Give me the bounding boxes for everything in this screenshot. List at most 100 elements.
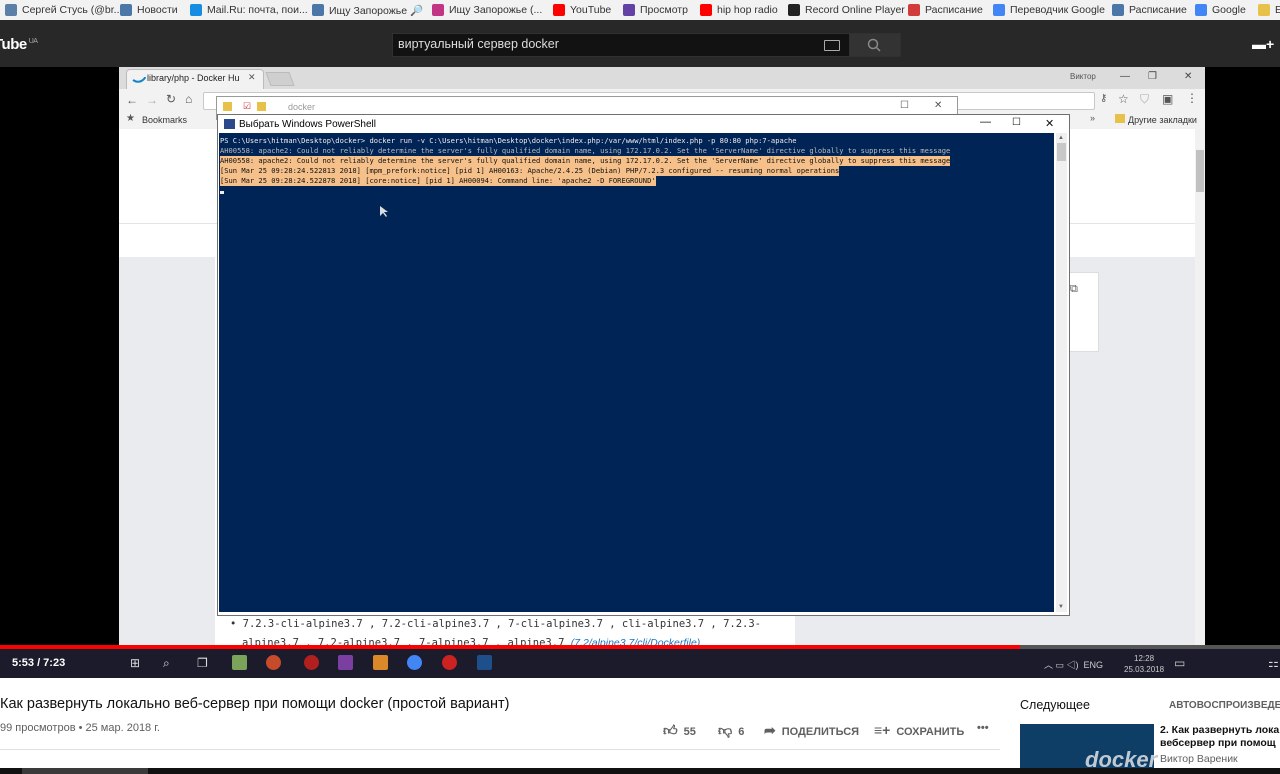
miniplayer-icon[interactable]: ⚏	[1268, 656, 1279, 670]
folder-icon	[1258, 4, 1270, 16]
bookmark-item[interactable]: YouTube	[553, 2, 611, 18]
user-avatar-icon	[5, 4, 17, 16]
bookmark-item[interactable]: Просмотр	[623, 2, 688, 18]
close-icon[interactable]: ✕	[1045, 117, 1054, 130]
powershell-title: Выбрать Windows PowerShell	[239, 119, 376, 130]
bookmark-star-icon[interactable]: ☆	[1118, 92, 1129, 106]
paint-app-icon[interactable]	[266, 655, 281, 670]
chrome-app-icon[interactable]	[407, 655, 422, 670]
reload-icon[interactable]: ↻	[166, 92, 176, 106]
keyboard-icon[interactable]	[824, 40, 840, 51]
next-video-title[interactable]: 2. Как развернуть лока вебсервер при помо…	[1160, 724, 1280, 750]
minimize-icon[interactable]: —	[1120, 71, 1130, 82]
clock-date: 25.03.2018	[1124, 665, 1165, 674]
bookmark-item[interactable]: Расписание	[1112, 2, 1187, 18]
bottom-strip	[0, 768, 1280, 774]
console-line-selected: AH00558: apache2: Could not reliably det…	[220, 156, 951, 166]
docker-favicon-icon	[132, 76, 146, 83]
forward-icon[interactable]: →	[146, 93, 158, 107]
powershell-app-icon[interactable]	[477, 655, 492, 670]
language-indicator[interactable]: ENG	[1084, 660, 1104, 670]
phpstorm-app-icon[interactable]	[338, 655, 353, 670]
close-tab-icon[interactable]: ✕	[248, 72, 256, 83]
page-scrollbar[interactable]	[1195, 129, 1205, 645]
minimize-icon[interactable]: —	[980, 116, 991, 128]
tags-text: • 7.2.3-cli-alpine3.7 , 7.2-cli-alpine3.…	[230, 618, 762, 630]
bookmark-label: Переводчик Google	[1010, 4, 1105, 16]
more-actions-button[interactable]: •••	[977, 722, 989, 734]
console-line: PS C:\Users\hitman\Desktop\docker> docke…	[220, 136, 797, 145]
search-query-text[interactable]: виртуальный сервер docker	[398, 37, 559, 51]
thumbs-down-icon: 👎︎	[718, 722, 733, 738]
new-tab-button[interactable]	[265, 72, 295, 86]
console-line-selected: [Sun Mar 25 09:28:24.522813 2018] [mpm_p…	[220, 166, 840, 176]
maximize-icon[interactable]: ❐	[1148, 71, 1157, 82]
close-icon[interactable]: ✕	[1184, 71, 1192, 82]
checkbox-icon[interactable]: ☑	[243, 101, 251, 112]
home-icon[interactable]: ⌂	[185, 92, 192, 106]
chrome-profile-name[interactable]: Виктор	[1070, 72, 1096, 81]
youtube-logo[interactable]: TubeUA	[0, 36, 38, 53]
next-video-author[interactable]: Виктор Вареник	[1160, 753, 1238, 765]
schedule-icon	[908, 4, 920, 16]
bookmark-item[interactable]: Mail.Ru: почта, пои...	[190, 2, 308, 18]
bookmark-item[interactable]: Переводчик Google	[993, 2, 1105, 18]
maximize-icon[interactable]: ☐	[900, 100, 909, 111]
other-bookmarks[interactable]: Другие закладки	[1128, 115, 1197, 125]
bookmark-item[interactable]: Сергей Стусь (@br...	[5, 2, 122, 18]
bookmark-item[interactable]: Google	[1195, 2, 1246, 18]
key-icon[interactable]: ⚷	[1100, 93, 1107, 104]
share-button[interactable]: ➦ ПОДЕЛИТЬСЯ	[764, 722, 859, 739]
more-bookmarks-icon[interactable]: »	[1090, 113, 1095, 123]
task-view-icon[interactable]: ❐	[197, 656, 208, 670]
up-next-label: Следующее	[1020, 698, 1090, 712]
close-icon[interactable]: ✕	[934, 100, 942, 111]
powershell-scrollbar[interactable]: ▲ ▼	[1056, 133, 1067, 612]
scroll-down-icon[interactable]: ▼	[1058, 604, 1064, 610]
extension-shield-icon[interactable]: ⛉	[1140, 92, 1149, 107]
save-label: СОХРАНИТЬ	[896, 726, 965, 738]
page-scrollbar-thumb[interactable]	[1196, 150, 1204, 192]
search-icon[interactable]: ⌕	[163, 656, 170, 671]
notifications-icon[interactable]: ▭	[1174, 656, 1185, 670]
sublime-app-icon[interactable]	[373, 655, 388, 670]
upload-video-icon[interactable]: ▬+	[1252, 36, 1274, 52]
bookmark-item[interactable]: Расписание	[908, 2, 983, 18]
like-button[interactable]: 👍︎ 55	[663, 722, 696, 739]
chrome-bookmarks-label[interactable]: Bookmarks	[142, 115, 187, 125]
vk-icon	[312, 4, 324, 16]
bookmark-label: Record Online Player	[805, 4, 905, 16]
save-button[interactable]: ≡+ СОХРАНИТЬ	[874, 722, 964, 738]
search-button[interactable]	[849, 33, 901, 57]
scroll-up-icon[interactable]: ▲	[1058, 135, 1064, 141]
dislike-button[interactable]: 👎︎ 6	[718, 722, 744, 739]
bookmark-item[interactable]: Новости	[120, 2, 178, 18]
bookmark-item[interactable]: hip hop radio	[700, 2, 778, 18]
bookmark-item[interactable]: Ищу Запорожье (...	[432, 2, 542, 18]
bookmark-item[interactable]: Record Online Player	[788, 2, 905, 18]
system-clock[interactable]: 12:28 25.03.2018	[1124, 653, 1164, 675]
chrome-tab-title[interactable]: library/php - Docker Hu	[147, 73, 240, 83]
autoplay-label[interactable]: АВТОВОСПРОИЗВЕДЕНИЕ	[1169, 700, 1280, 711]
bookmark-item[interactable]: Ищу Запорожье 🔎	[312, 2, 423, 18]
next-title-line2: вебсервер при помощ	[1160, 737, 1276, 749]
powershell-console[interactable]	[219, 133, 1054, 612]
copy-icon[interactable]: ⧉	[1070, 283, 1078, 296]
extension-icon[interactable]: ▣	[1162, 92, 1173, 106]
ruby-app-icon[interactable]	[304, 655, 319, 670]
powershell-scrollbar-thumb[interactable]	[1057, 143, 1066, 161]
system-tray[interactable]: ︿ ▭ ◁) ENG	[1044, 658, 1103, 671]
windows-start-icon[interactable]: ⊞	[130, 656, 140, 670]
video-meta: 99 просмотров • 25 мар. 2018 г.	[0, 722, 160, 734]
bookmark-label: Ищу Запорожье (...	[449, 4, 543, 16]
explorer-path: docker	[288, 102, 316, 112]
back-icon[interactable]: ←	[126, 93, 138, 107]
bookmark-label: Google	[1212, 4, 1246, 16]
bookmark-item[interactable]: E	[1258, 2, 1280, 18]
folder-icon	[1115, 114, 1125, 123]
instagram-icon	[432, 4, 444, 16]
maximize-icon[interactable]: ☐	[1012, 117, 1021, 128]
explorer-app-icon[interactable]	[232, 655, 247, 670]
recorder-app-icon[interactable]	[442, 655, 457, 670]
chrome-menu-icon[interactable]: ⋮	[1186, 91, 1198, 105]
